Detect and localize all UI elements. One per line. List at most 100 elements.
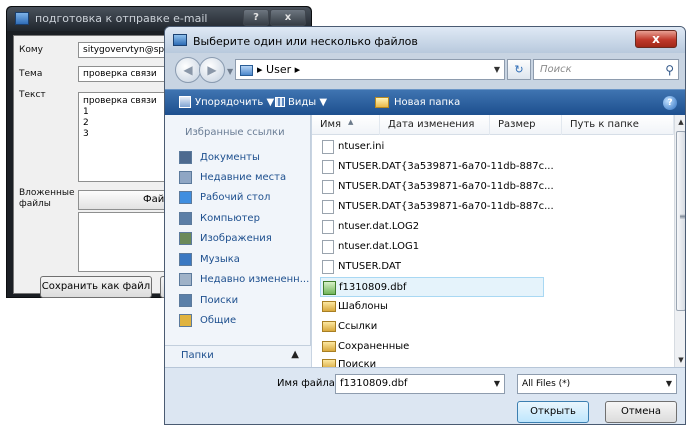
favorite-recent-places[interactable]: Недавние места (179, 169, 286, 187)
pictures-icon (179, 231, 192, 245)
folder-icon (322, 341, 336, 352)
help-icon[interactable]: ? (663, 96, 677, 110)
chevron-down-icon: ▼ (263, 97, 275, 108)
column-folder-path[interactable]: Путь к папке (562, 115, 674, 135)
attachments-label: Вложенные файлы (19, 188, 75, 209)
public-folder-icon (179, 313, 192, 327)
navigation-buttons: ◀ ▶ ▼ (175, 57, 233, 83)
scroll-thumb[interactable]: ≡ (676, 131, 686, 311)
file-row[interactable]: NTUSER.DAT{3a539871-6a70-11db-887c... (320, 177, 554, 197)
folder-icon (322, 321, 336, 332)
dbf-file-icon (323, 281, 336, 295)
history-dropdown-icon[interactable]: ▼ (227, 67, 233, 76)
favorite-recently-changed[interactable]: Недавно измененн... (179, 271, 309, 289)
dialog-app-icon (173, 34, 187, 46)
views-label: Виды (288, 97, 317, 108)
sort-indicator-icon: ▲ (348, 118, 354, 126)
chevron-down-icon[interactable]: ▼ (494, 375, 500, 393)
file-row[interactable]: NTUSER.DAT{3a539871-6a70-11db-887c... (320, 157, 554, 177)
favorite-pictures[interactable]: Изображения (179, 230, 272, 248)
forward-arrow-icon[interactable]: ▶ (199, 57, 225, 83)
subject-label: Тема (19, 69, 43, 79)
file-list-scrollbar[interactable]: ▲ ≡ ▼ (674, 115, 686, 367)
breadcrumb-arrow-icon[interactable]: ▸ (291, 63, 301, 76)
documents-icon (179, 150, 192, 164)
scroll-down-icon[interactable]: ▼ (675, 353, 685, 367)
searches-icon (179, 293, 192, 307)
search-placeholder: Поиск (540, 64, 572, 75)
folders-label: Папки (181, 350, 214, 361)
favorite-documents[interactable]: Документы (179, 149, 260, 167)
music-icon (179, 252, 192, 266)
favorite-desktop[interactable]: Рабочий стол (179, 189, 270, 207)
folders-toggle[interactable]: Папки ▲ (165, 345, 311, 367)
organize-label: Упорядочить (195, 97, 264, 108)
search-icon[interactable]: ⚲ (665, 61, 674, 80)
file-icon (322, 240, 334, 254)
folder-location-icon (240, 64, 253, 76)
address-bar[interactable]: ▸ User ▸ ▼ (235, 59, 505, 80)
file-icon (322, 220, 334, 234)
grip-icon: ≡ (679, 212, 686, 221)
address-row: ◀ ▶ ▼ ▸ User ▸ ▼ ↻ Поиск ⚲ (165, 53, 685, 89)
folder-row[interactable]: Сохраненные (320, 337, 409, 357)
column-name[interactable]: Имя ▲ (312, 115, 380, 135)
breadcrumb-separator-icon: ▸ (257, 63, 267, 76)
file-row[interactable]: NTUSER.DAT{3a539871-6a70-11db-887c... (320, 197, 554, 217)
new-folder-label: Новая папка (394, 97, 461, 108)
favorite-public[interactable]: Общие (179, 312, 236, 330)
recently-changed-icon (179, 272, 192, 286)
address-dropdown-icon[interactable]: ▼ (494, 60, 500, 79)
file-row[interactable]: ntuser.dat.LOG2 (320, 217, 419, 237)
file-icon (322, 180, 334, 194)
filetype-select[interactable]: All Files (*) ▼ (517, 374, 677, 394)
to-label: Кому (19, 45, 44, 55)
back-arrow-icon[interactable]: ◀ (175, 57, 201, 83)
file-row[interactable]: ntuser.ini (320, 137, 384, 157)
file-open-dialog: Выберите один или несколько файлов x ◀ ▶… (164, 26, 686, 425)
refresh-icon[interactable]: ↻ (507, 59, 531, 80)
navigation-pane: Избранные ссылки Документы Недавние мест… (165, 115, 311, 367)
favorite-searches[interactable]: Поиски (179, 292, 238, 310)
favorite-computer[interactable]: Компьютер (179, 210, 260, 228)
save-as-file-button[interactable]: Сохранить как файл (40, 276, 152, 298)
new-folder-button[interactable]: Новая папка (375, 90, 460, 116)
file-icon (322, 140, 334, 154)
favorites-heading: Избранные ссылки (185, 127, 285, 138)
breadcrumb-user[interactable]: User (266, 63, 291, 76)
column-size[interactable]: Размер (490, 115, 562, 135)
email-app-icon (15, 12, 29, 25)
filename-input[interactable]: f1310809.dbf ▼ (335, 374, 505, 394)
filename-value: f1310809.dbf (340, 378, 408, 389)
views-button[interactable]: Виды ▼ (275, 90, 327, 116)
file-icon (322, 260, 334, 274)
folder-row[interactable]: Шаблоны (320, 297, 388, 317)
file-row-selected[interactable]: f1310809.dbf (320, 277, 544, 297)
filename-label: Имя файла: (277, 378, 339, 389)
email-close-button[interactable]: x (270, 9, 306, 26)
desktop-icon (179, 190, 192, 204)
dialog-close-button[interactable]: x (635, 30, 677, 48)
file-row[interactable]: ntuser.dat.LOG1 (320, 237, 419, 257)
folder-icon (322, 301, 336, 312)
scroll-up-icon[interactable]: ▲ (675, 115, 685, 129)
chevron-down-icon[interactable]: ▼ (666, 375, 672, 393)
search-input[interactable]: Поиск ⚲ (533, 59, 679, 80)
cancel-button[interactable]: Отмена (605, 401, 677, 423)
favorite-music[interactable]: Музыка (179, 251, 240, 269)
chevron-down-icon: ▼ (316, 97, 328, 108)
column-date-modified[interactable]: Дата изменения (380, 115, 490, 135)
organize-button[interactable]: Упорядочить ▼ (179, 90, 274, 116)
recent-places-icon (179, 170, 192, 184)
open-button[interactable]: Открыть (517, 401, 589, 423)
file-list: Имя ▲ Дата изменения Размер Путь к папке … (312, 115, 686, 370)
dialog-titlebar[interactable]: Выберите один или несколько файлов x (165, 27, 685, 53)
file-row[interactable]: NTUSER.DAT (320, 257, 401, 277)
email-help-button[interactable]: ? (243, 9, 269, 26)
dialog-footer: Имя файла: f1310809.dbf ▼ All Files (*) … (165, 367, 685, 424)
computer-icon (179, 211, 192, 225)
folder-row[interactable]: Ссылки (320, 317, 377, 337)
email-window-title: подготовка к отправке e-mail (35, 12, 208, 25)
filetype-value: All Files (*) (522, 379, 571, 389)
text-label: Текст (19, 90, 46, 100)
